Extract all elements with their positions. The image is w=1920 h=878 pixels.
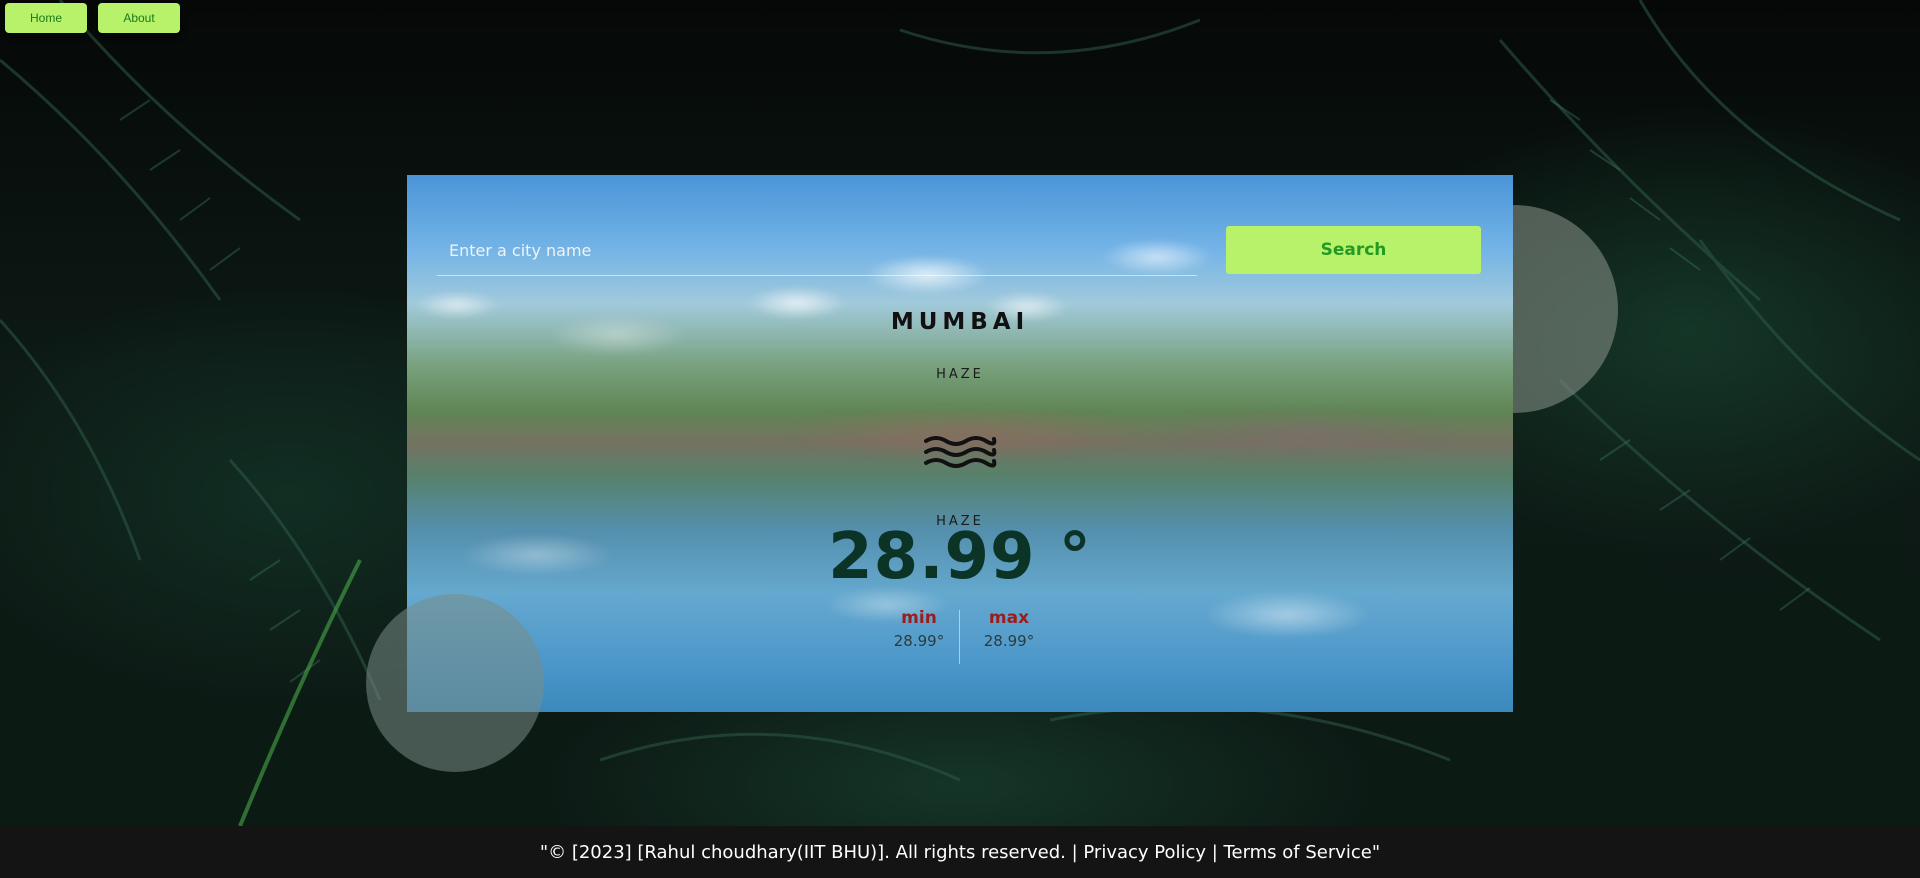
about-button[interactable]: About [98, 3, 180, 33]
max-value: 28.99° [983, 632, 1035, 650]
search-button[interactable]: Search [1226, 226, 1481, 274]
haze-icon [924, 436, 997, 468]
max-label: max [988, 608, 1030, 628]
min-label: min [901, 608, 937, 628]
min-max-panel: min 28.99° max 28.99° [877, 608, 1057, 664]
min-temperature: min 28.99° [881, 608, 957, 650]
weather-condition: HAZE [936, 367, 984, 382]
city-search-input[interactable] [437, 226, 1197, 276]
decorative-circle-left [366, 594, 544, 772]
top-nav: Home About [5, 3, 180, 33]
home-button[interactable]: Home [5, 3, 87, 33]
footer-text: "© [2023] [Rahul choudhary(IIT BHU)]. Al… [539, 841, 1381, 863]
temperature-value: 28.99 ° [828, 520, 1092, 594]
search-bar: Search [437, 226, 1489, 276]
min-max-divider [959, 610, 960, 664]
min-value: 28.99° [893, 632, 945, 650]
max-temperature: max 28.99° [971, 608, 1047, 650]
weather-card: Search MUMBAI HAZE HAZE 28.99 ° min 28.9… [407, 175, 1513, 712]
city-name: MUMBAI [890, 309, 1030, 335]
page-footer: "© [2023] [Rahul choudhary(IIT BHU)]. Al… [0, 826, 1920, 878]
